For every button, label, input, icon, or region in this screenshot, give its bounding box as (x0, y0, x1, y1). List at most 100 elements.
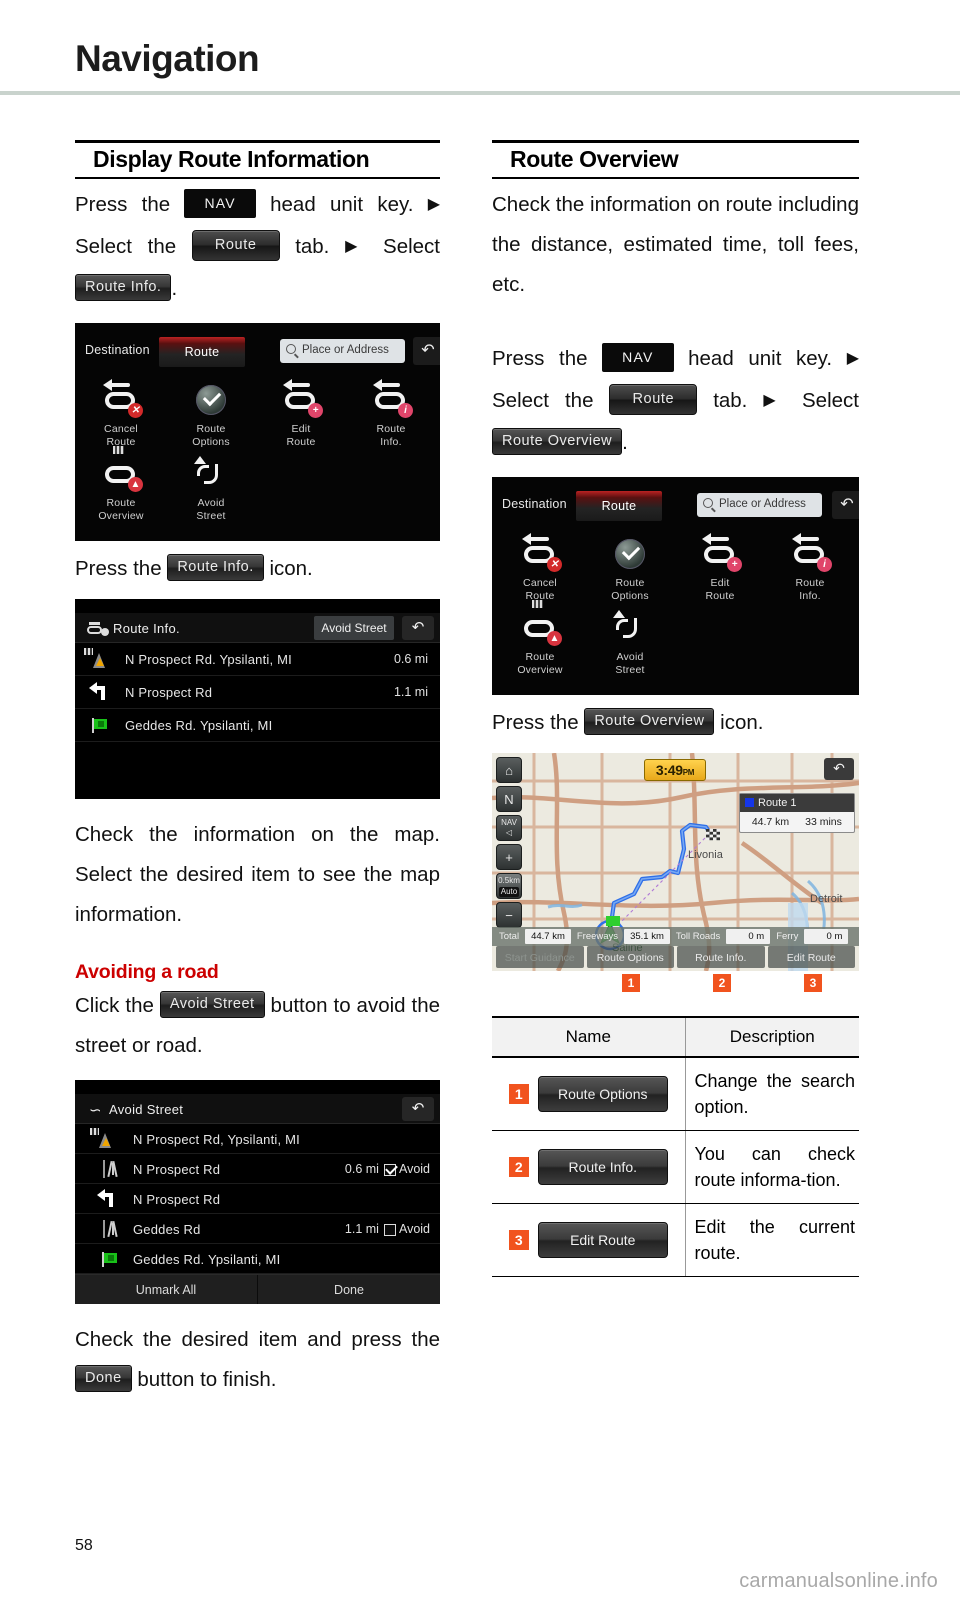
avoid-street-chip[interactable]: Avoid Street (159, 990, 265, 1019)
avoid-row-meta-4[interactable]: 1.1 mi Avoid (345, 1222, 430, 1236)
nav-key-chip-right[interactable]: NAV (602, 343, 674, 373)
route-overview-chip[interactable]: Route Overview (492, 427, 623, 456)
avoid-street-footer: Unmark All Done (75, 1274, 440, 1305)
search-input[interactable]: Place or Address (280, 339, 405, 364)
left-heading-text: Display Route Information (93, 146, 370, 172)
avoid-row-distance-4: 1.1 mi (344, 1222, 379, 1237)
nav-volume-button[interactable]: NAV ◁ (496, 815, 522, 842)
route-tab-chip[interactable]: Route (191, 229, 280, 262)
route-info-row-name-3: Geddes Rd. Ypsilanti, MI (125, 718, 273, 734)
stat-label-total: Total (499, 931, 520, 943)
table-cell-description-2: You can check route informa-tion. (684, 1130, 859, 1205)
nav-key-chip[interactable]: NAV (184, 189, 256, 219)
left-para4-pre: Check the desired item and press the (75, 1328, 440, 1352)
nav-item-label-r6b: Street (615, 663, 645, 676)
nav-item-edit-route[interactable]: + Edit Route (259, 379, 343, 448)
tab-route[interactable]: Route (159, 337, 245, 368)
list-item[interactable]: N Prospect Rd, Ypsilanti, MI (75, 1124, 440, 1155)
map-scale-button[interactable]: 0.5km Auto (496, 873, 522, 900)
left-caption-1-pre: Press the (75, 557, 162, 581)
unmark-all-button[interactable]: Unmark All (75, 1275, 257, 1305)
zoom-in-button[interactable]: + (496, 844, 522, 871)
back-icon-avoid-street[interactable]: ↶ (402, 1097, 434, 1122)
route-info-title: Route Info. (113, 621, 180, 637)
route-overview-chip-2[interactable]: Route Overview (584, 707, 715, 736)
route-info-chip-2[interactable]: Route Info. (167, 553, 264, 582)
left-step-tabword: tab. (295, 235, 330, 259)
nav-item-route-overview[interactable]: ▲ Route Overview (79, 446, 163, 522)
nav-item-route-options[interactable]: Route Options (169, 381, 253, 448)
map-back-icon[interactable]: ↶ (824, 758, 854, 781)
edit-route-button[interactable]: Edit Route (767, 946, 855, 969)
nav-item-route-overview-right[interactable]: ▲ Route Overview (498, 600, 582, 676)
zoom-out-button[interactable]: − (496, 902, 522, 929)
done-button[interactable]: Done (257, 1275, 440, 1305)
stat-value-ferry: 0 m (804, 929, 849, 945)
route-info-header: Route Info. Avoid Street ↶ (75, 613, 440, 644)
avoid-row-name-2: N Prospect Rd (133, 1162, 221, 1178)
subheading-avoiding-a-road: Avoiding a road (75, 961, 219, 984)
nav-item-route-info-right[interactable]: i Route Info. (768, 533, 852, 602)
nav-item-cancel-route[interactable]: ✕ Cancel Route (79, 379, 163, 448)
map-auto-label: Auto (499, 887, 519, 898)
back-icon[interactable]: ↶ (413, 337, 440, 366)
avoid-street-button[interactable]: Avoid Street (314, 616, 394, 641)
nav-item-route-info[interactable]: i Route Info. (349, 379, 433, 448)
route-info-button[interactable]: Route Info. (677, 946, 765, 969)
compass-north-icon[interactable]: N (496, 786, 522, 813)
tab-destination-right[interactable]: Destination (502, 497, 567, 511)
table-header-row: Name Description (492, 1016, 859, 1059)
route-info-chip[interactable]: Route Info. (75, 273, 172, 302)
route-card-distance: 44.7 km (751, 816, 790, 829)
avoid-row-name-3: N Prospect Rd (133, 1192, 221, 1208)
nav-item-label-3b: Route (286, 435, 316, 448)
back-icon-route-info[interactable]: ↶ (402, 616, 434, 641)
table-row[interactable]: N Prospect Rd 1.1 mi (75, 676, 440, 710)
nav-item-edit-route-right[interactable]: + Edit Route (678, 533, 762, 602)
nav-item-label-2b: Options (192, 435, 230, 448)
step-arrow-icon-right-2: ▶ (763, 392, 786, 410)
nav-item-avoid-street[interactable]: Avoid Street (169, 455, 253, 522)
header-divider (0, 91, 960, 95)
list-item[interactable]: Geddes Rd 1.1 mi Avoid (75, 1214, 440, 1245)
avoid-checkbox-checked[interactable] (383, 1163, 396, 1176)
left-caption-1: Press the Route Info. icon. (75, 549, 440, 589)
home-icon[interactable]: ⌂ (496, 757, 522, 784)
page-title: Navigation (75, 38, 260, 79)
cancel-route-icon: ✕ (498, 533, 582, 577)
table-row[interactable]: Geddes Rd. Ypsilanti, MI (75, 709, 440, 743)
left-column: Display Route Information Press the NAV … (75, 140, 440, 1400)
route-options-button-chip[interactable]: Route Options (537, 1076, 668, 1113)
list-item[interactable]: N Prospect Rd (75, 1184, 440, 1215)
edit-route-icon: + (678, 533, 762, 577)
back-icon-right[interactable]: ↶ (832, 491, 859, 520)
list-item[interactable]: N Prospect Rd 0.6 mi Avoid (75, 1154, 440, 1185)
tab-route-right[interactable]: Route (576, 491, 662, 522)
route-options-button[interactable]: Route Options (586, 946, 674, 969)
map-clock: 3:49PM (644, 759, 706, 782)
map-stats-row: Total 44.7 km Freeways 35.1 km Toll Road… (492, 927, 859, 947)
route-info-screenshot: Route Info. Avoid Street ↶ N Prospect Rd… (75, 599, 440, 800)
table-row[interactable]: N Prospect Rd. Ypsilanti, MI 0.6 mi (75, 643, 440, 677)
map-action-row: Start Guidance Route Options Route Info.… (492, 946, 859, 971)
nav-item-cancel-route-right[interactable]: ✕ Cancel Route (498, 533, 582, 602)
avoid-row-meta-2[interactable]: 0.6 mi Avoid (345, 1162, 430, 1176)
route-info-button-chip[interactable]: Route Info. (537, 1149, 668, 1186)
left-nav-menu-screenshot: Destination Route Place or Address ↶ ✕ C… (75, 323, 440, 542)
right-nav-menu-screenshot: Destination Route Place or Address ↶ ✕ C… (492, 477, 859, 696)
done-chip[interactable]: Done (75, 1364, 132, 1393)
row-badge-3: 3 (508, 1230, 529, 1251)
nav-item-label-r2a: Route (615, 577, 645, 590)
nav-item-label-r2b: Options (611, 589, 649, 602)
nav-item-route-options-right[interactable]: Route Options (588, 535, 672, 602)
step-arrow-icon: ▶ (427, 196, 440, 214)
start-guidance-button[interactable]: Start Guidance (496, 946, 584, 969)
list-item[interactable]: Geddes Rd. Ypsilanti, MI (75, 1244, 440, 1275)
route-summary-card[interactable]: Route 1 44.7 km 33 mins (739, 793, 855, 834)
search-input-right[interactable]: Place or Address (697, 493, 822, 518)
route-tab-chip-right[interactable]: Route (609, 383, 698, 416)
tab-destination[interactable]: Destination (85, 343, 150, 357)
avoid-checkbox-unchecked[interactable] (383, 1223, 396, 1236)
edit-route-button-chip[interactable]: Edit Route (537, 1222, 668, 1259)
nav-item-avoid-street-right[interactable]: Avoid Street (588, 609, 672, 676)
